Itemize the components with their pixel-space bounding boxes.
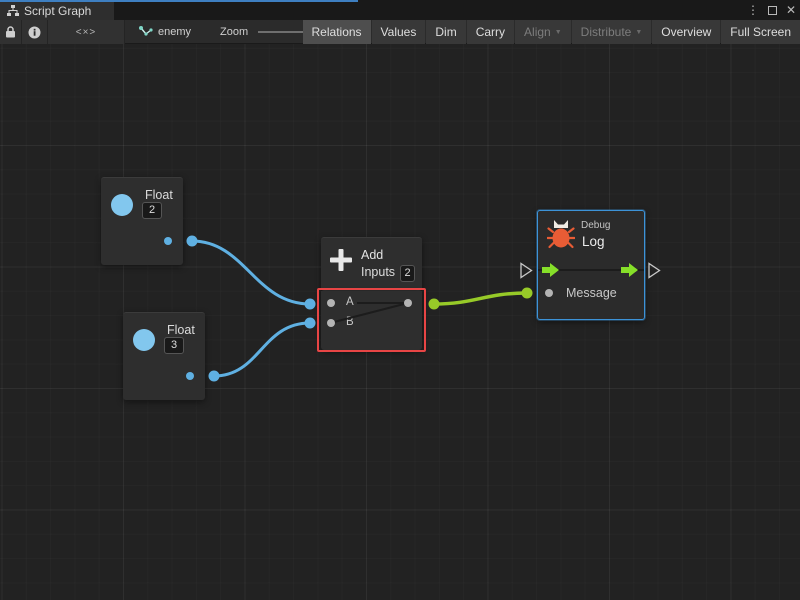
port-float-a-output[interactable]: [164, 237, 172, 245]
port-add-output[interactable]: [404, 299, 412, 307]
wire-endpoint[interactable]: [209, 371, 220, 382]
chevron-down-icon: ▼: [635, 29, 642, 36]
bug-icon: [547, 219, 575, 254]
port-add-b-input[interactable]: [327, 319, 335, 327]
wire-float-a-to-add-a[interactable]: [192, 241, 310, 304]
plus-icon: [330, 249, 352, 271]
wire-float-b-to-add-b[interactable]: [214, 323, 310, 376]
zoom-label: Zoom: [220, 26, 248, 38]
inputs-count-input[interactable]: 2: [400, 265, 415, 282]
flow-input-triangle-icon[interactable]: [521, 264, 532, 278]
info-icon: [28, 26, 41, 39]
toolbar-buttons: Relations Values Dim Carry Align ▼ Distr…: [303, 20, 800, 44]
node-title: Float: [167, 323, 195, 337]
dim-button[interactable]: Dim: [426, 20, 465, 44]
graph-name: enemy: [158, 26, 191, 38]
close-icon[interactable]: ✕: [786, 2, 796, 18]
carry-button[interactable]: Carry: [467, 20, 514, 44]
overview-button[interactable]: Overview: [652, 20, 720, 44]
chevron-down-icon: ▼: [555, 29, 562, 36]
float-literal-icon: [111, 194, 133, 216]
wire-add-to-message[interactable]: [434, 293, 527, 304]
title-bar: Script Graph ⋮ ✕: [0, 0, 800, 20]
wire-endpoint[interactable]: [429, 299, 440, 310]
values-button[interactable]: Values: [372, 20, 426, 44]
flow-output-triangle-icon[interactable]: [649, 264, 660, 278]
graph-hierarchy-icon: [7, 5, 19, 17]
script-graph-window: Script Graph ⋮ ✕ <×>: [0, 0, 800, 600]
float-value-input[interactable]: 3: [164, 337, 184, 354]
port-message-input[interactable]: [545, 289, 553, 297]
wire-endpoint[interactable]: [522, 288, 533, 299]
maximize-icon[interactable]: [768, 6, 777, 15]
tab-title: Script Graph: [24, 4, 91, 18]
graph-toolbar: <×> enemy Zoom 1x Relations Values: [0, 20, 800, 44]
relations-button[interactable]: Relations: [303, 20, 371, 44]
port-float-b-output[interactable]: [186, 372, 194, 380]
window-controls: ⋮ ✕: [747, 2, 796, 18]
float-literal-icon: [133, 329, 155, 351]
edit-script-button[interactable]: <×>: [48, 20, 125, 44]
port-add-a-input[interactable]: [327, 299, 335, 307]
full-screen-button[interactable]: Full Screen: [721, 20, 800, 44]
inputs-label: Inputs: [361, 265, 395, 279]
lock-icon: [5, 26, 16, 38]
port-a-label: A: [346, 296, 354, 308]
float-value-input[interactable]: 2: [142, 202, 162, 219]
distribute-button[interactable]: Distribute ▼: [572, 20, 652, 44]
port-b-label: B: [346, 316, 354, 328]
info-button[interactable]: [22, 20, 48, 44]
align-button[interactable]: Align ▼: [515, 20, 571, 44]
node-title: Log: [582, 234, 605, 249]
graph-canvas[interactable]: Float 2 Float 3 Add Inputs 2 A B: [0, 44, 800, 600]
message-port-label: Message: [566, 286, 617, 300]
menu-icon[interactable]: ⋮: [747, 2, 759, 18]
float-node-b[interactable]: Float 3: [123, 312, 205, 400]
wire-endpoint[interactable]: [305, 318, 316, 329]
script-graph-asset-icon: [138, 25, 153, 39]
node-category: Debug: [581, 220, 610, 231]
lock-button[interactable]: [0, 20, 22, 44]
graph-breadcrumb[interactable]: enemy: [138, 20, 191, 44]
code-icon: <×>: [76, 27, 97, 38]
node-title: Float: [145, 188, 173, 202]
wire-endpoint[interactable]: [187, 236, 198, 247]
tab-script-graph[interactable]: Script Graph: [0, 2, 114, 20]
float-node-a[interactable]: Float 2: [101, 177, 183, 265]
add-node-header[interactable]: Add Inputs 2: [321, 237, 422, 291]
wire-endpoint[interactable]: [305, 299, 316, 310]
node-title: Add: [361, 248, 383, 262]
